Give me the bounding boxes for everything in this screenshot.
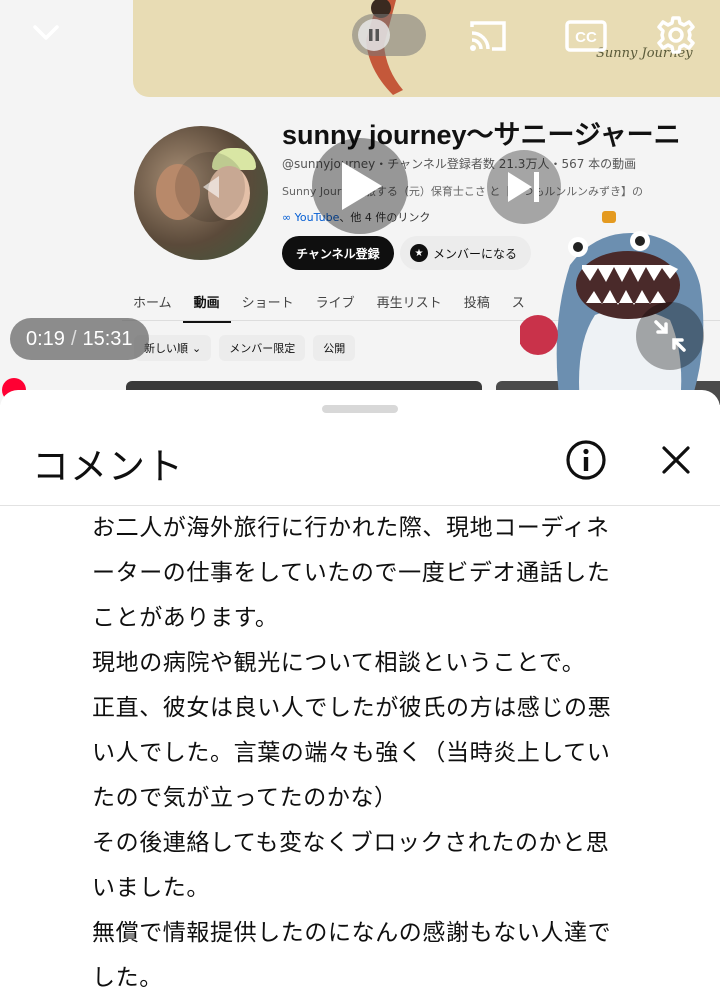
comment-line: お二人が海外旅行に行かれた際、現地コーディネ [92,515,610,541]
captions-button[interactable]: CC [562,14,610,58]
comment-line: 無償で情報提供したのになんの感謝もない人達で [92,920,612,946]
tab-videos[interactable]: 動画 [182,288,231,323]
close-button[interactable] [652,436,700,484]
comment-line: たので気が立ってたのかな） [92,785,398,811]
svg-text:CC: CC [575,29,597,46]
info-icon [566,440,606,480]
drag-handle[interactable] [322,405,398,413]
subscribe-button[interactable]: チャンネル登録 [282,236,394,270]
play-button[interactable] [312,138,408,234]
settings-gear-icon [657,16,695,54]
cast-icon [470,21,506,51]
join-membership-label: メンバーになる [433,246,518,261]
comment-line: 正直、彼女は良い人でしたが彼氏の方は感じの悪 [92,695,612,721]
chevron-down-icon [33,25,59,40]
comment-line: ことがあります。 [92,605,279,631]
info-button[interactable] [562,436,610,484]
duration: 15:31 [82,327,133,350]
settings-button[interactable] [652,12,700,58]
previous-icon [203,176,219,198]
autoplay-toggle[interactable] [352,14,426,56]
filter-chips: 新しい順 ⌄ メンバー限定 公開 [134,335,356,361]
comment-text: お二人が海外旅行に行かれた際、現地コーディネ ーターの仕事をしていたので一度ビデ… [92,506,682,991]
pause-icon [369,29,379,41]
star-icon: ★ [410,244,428,262]
cast-button[interactable] [464,14,512,58]
chip-members-only[interactable]: メンバー限定 [219,335,306,361]
comments-title: コメント [32,445,184,488]
close-icon [662,446,690,474]
tab-live[interactable]: ライブ [305,288,366,323]
comment-line: ーターの仕事をしていたので一度ビデオ通話した [92,560,611,586]
comment-line: した。 [92,965,163,991]
fullscreen-exit-icon [654,320,686,352]
comment-line: いました。 [92,875,210,901]
tab-playlists[interactable]: 再生リスト [366,288,453,323]
current-time: 0:19 [26,327,65,350]
chip-public[interactable]: 公開 [313,335,356,361]
next-icon [508,172,539,202]
play-icon [342,162,382,210]
channel-banner: Sunny Journey [133,0,720,97]
shark-mascot-image [520,211,704,405]
fullscreen-button[interactable] [636,302,704,370]
minimize-player-button[interactable] [24,14,68,50]
comment-line: い人でした。言葉の端々も強く（当時炎上してい [92,740,611,766]
previous-button[interactable] [175,152,245,222]
tab-shorts[interactable]: ショート [231,288,305,323]
playback-time: 0:19 / 15:31 [10,318,149,360]
chevron-down-icon: ⌄ [192,341,202,355]
closed-captions-icon: CC [565,20,607,52]
comments-sheet: コメント お二人が海外旅行に行かれた際、現地コーディネ ーターの仕事をしていたの… [0,390,720,991]
time-separator: / [70,327,77,350]
join-membership-button[interactable]: ★ メンバーになる [400,236,532,270]
comment-line: 現地の病院や観光について相談ということで。 [92,650,586,676]
channel-tabs: ホーム 動画 ショート ライブ 再生リスト 投稿 ス [122,288,536,323]
video-player[interactable]: Sunny Journey sunny journey〜サニージャーニ @sun… [0,0,720,405]
next-video-button[interactable] [487,150,561,224]
tab-posts[interactable]: 投稿 [453,288,501,323]
link-icon: ∞ [282,211,292,224]
comment-line: その後連絡しても変なくブロックされたのかと思 [92,830,610,856]
